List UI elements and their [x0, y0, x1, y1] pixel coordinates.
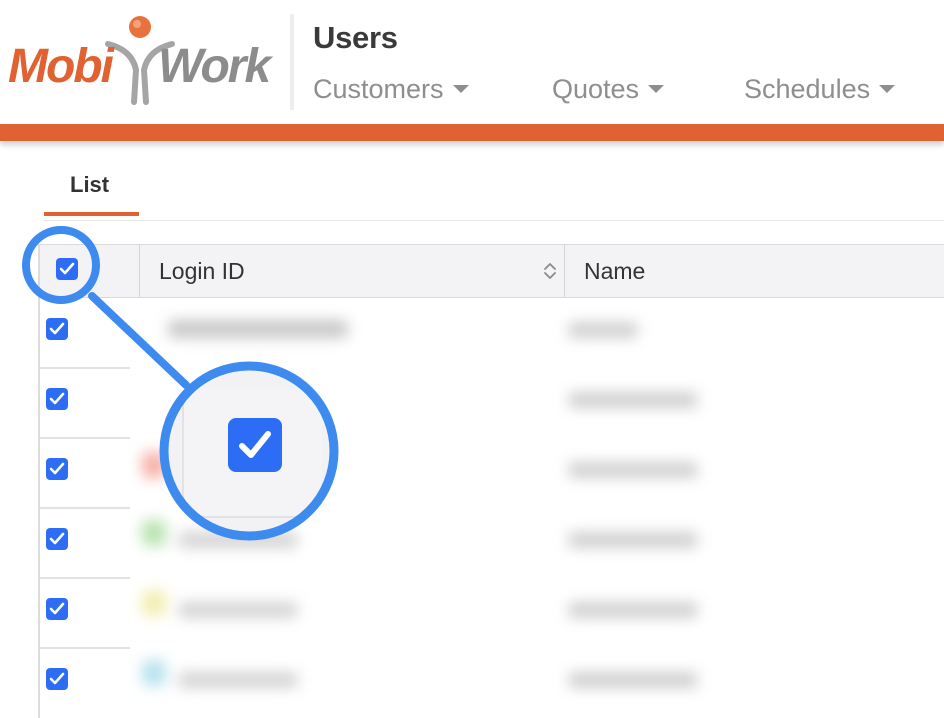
nav-quotes-label: Quotes — [552, 74, 640, 104]
table-header: Login ID Name — [38, 244, 944, 298]
check-icon — [49, 462, 65, 475]
redacted-cell — [568, 602, 698, 618]
select-all-checkbox[interactable] — [56, 258, 78, 280]
row-divider — [40, 577, 130, 579]
app-header: Mobi Work Users Customers Quotes Schedul… — [0, 0, 944, 124]
check-icon — [49, 532, 65, 545]
row-divider — [40, 647, 130, 649]
column-separator — [139, 245, 140, 297]
nav-quotes[interactable]: Quotes — [552, 74, 665, 105]
nav-customers[interactable]: Customers — [313, 74, 469, 105]
header-accent-bar — [0, 124, 944, 141]
row-checkbox[interactable] — [46, 598, 68, 620]
redacted-cell — [568, 532, 698, 548]
column-separator — [564, 245, 565, 297]
check-icon — [49, 672, 65, 685]
row-divider — [40, 367, 130, 369]
row-checkbox[interactable] — [46, 388, 68, 410]
sort-icon[interactable] — [543, 260, 557, 282]
nav-customers-label: Customers — [313, 74, 444, 104]
tab-bar: List — [0, 150, 944, 222]
active-tab-indicator — [44, 212, 139, 216]
redacted-cell — [568, 392, 698, 408]
check-icon — [59, 262, 75, 275]
check-icon — [239, 431, 271, 458]
caret-down-icon — [879, 84, 896, 93]
redacted-avatar — [142, 520, 166, 546]
redacted-cell — [568, 462, 698, 478]
column-header-name[interactable]: Name — [584, 245, 884, 297]
row-checkbox[interactable] — [46, 318, 68, 340]
redacted-cell — [168, 320, 348, 338]
nav-schedules-label: Schedules — [744, 74, 871, 104]
row-checkbox[interactable] — [46, 458, 68, 480]
check-icon — [49, 602, 65, 615]
redacted-cell — [568, 672, 698, 688]
redacted-cell — [178, 602, 298, 618]
tab-list[interactable]: List — [70, 172, 109, 198]
nav-schedules[interactable]: Schedules — [744, 74, 896, 105]
check-icon — [49, 392, 65, 405]
row-checkbox[interactable] — [46, 668, 68, 690]
redacted-cell — [568, 322, 638, 338]
zoomed-select-all-checkbox[interactable] — [228, 418, 282, 472]
redacted-avatar — [142, 590, 166, 616]
zoom-callout — [160, 362, 338, 540]
column-header-login-id[interactable]: Login ID — [159, 245, 559, 297]
page-title: Users — [313, 20, 398, 55]
redacted-cell — [178, 672, 298, 688]
redacted-avatar — [142, 660, 166, 686]
main-nav: Customers Quotes Schedules — [0, 74, 944, 110]
caret-down-icon — [452, 84, 469, 93]
row-divider — [40, 437, 130, 439]
caret-down-icon — [648, 84, 665, 93]
row-checkbox[interactable] — [46, 528, 68, 550]
row-divider — [40, 507, 130, 509]
tab-divider — [44, 220, 944, 221]
check-icon — [49, 322, 65, 335]
